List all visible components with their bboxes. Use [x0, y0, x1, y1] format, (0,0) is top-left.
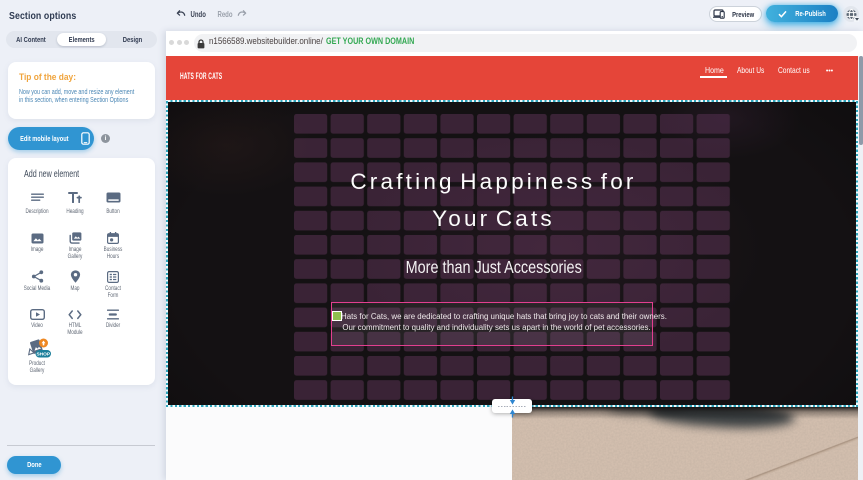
svg-text:SHOP: SHOP: [36, 351, 50, 357]
